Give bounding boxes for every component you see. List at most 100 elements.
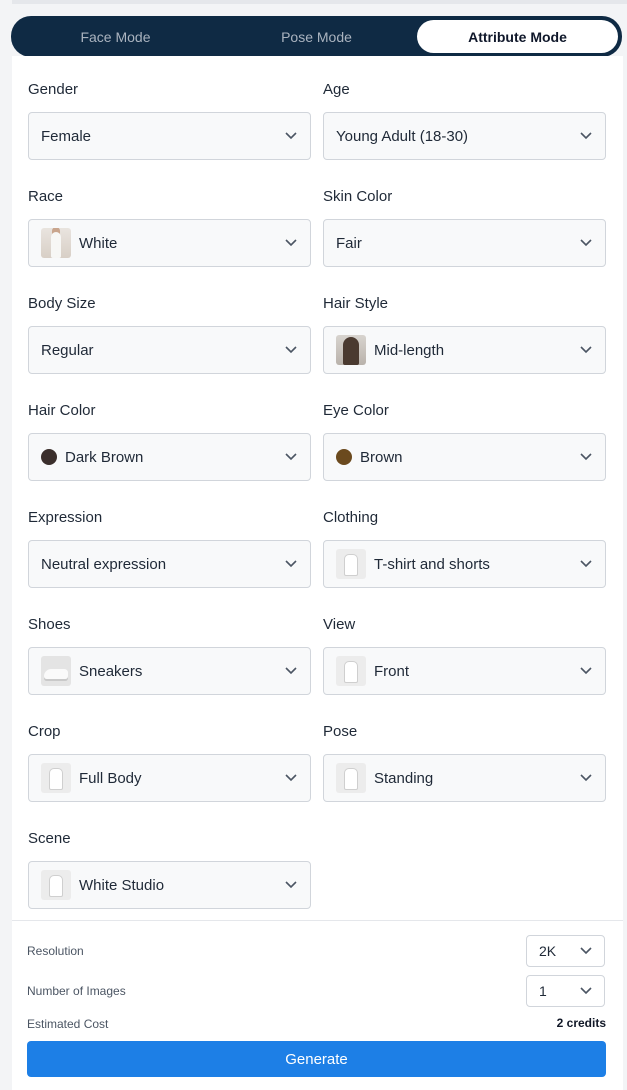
chevron-down-icon: [579, 236, 593, 250]
hair-color-field: Hair Color Dark Brown: [28, 401, 311, 481]
view-value: Front: [374, 662, 410, 680]
scene-field: Scene White Studio: [28, 829, 311, 909]
skin-color-field: Skin Color Fair: [323, 187, 606, 267]
clothing-thumbnail-icon: [336, 549, 366, 579]
view-label: View: [323, 616, 356, 633]
shoes-value: Sneakers: [79, 662, 143, 680]
tab-attribute-mode[interactable]: Attribute Mode: [417, 20, 618, 53]
top-divider: [12, 0, 627, 4]
chevron-down-icon: [579, 450, 593, 464]
skin-color-value: Fair: [336, 234, 362, 252]
skin-color-label: Skin Color: [323, 188, 393, 205]
generation-settings: Resolution 2K Number of Images 1 Estimat…: [12, 920, 623, 1090]
expression-label: Expression: [28, 509, 103, 526]
clothing-field: Clothing T-shirt and shorts: [323, 508, 606, 588]
hair-style-field: Hair Style Mid-length: [323, 294, 606, 374]
chevron-down-icon: [580, 982, 592, 1000]
chevron-down-icon: [284, 343, 298, 357]
crop-thumbnail-icon: [41, 763, 71, 793]
color-swatch-icon: [336, 449, 352, 465]
body-size-field: Body Size Regular: [28, 294, 311, 374]
tab-face-mode[interactable]: Face Mode: [15, 20, 216, 53]
color-swatch-icon: [41, 449, 57, 465]
crop-select[interactable]: Full Body: [28, 754, 311, 802]
chevron-down-icon: [579, 343, 593, 357]
scene-thumbnail-icon: [41, 870, 71, 900]
clothing-value: T-shirt and shorts: [374, 555, 490, 573]
estimated-cost-label: Estimated Cost: [27, 1017, 109, 1031]
num-images-label: Number of Images: [27, 984, 126, 998]
chevron-down-icon: [284, 771, 298, 785]
chevron-down-icon: [284, 236, 298, 250]
hair-color-value: Dark Brown: [65, 448, 144, 466]
view-select[interactable]: Front: [323, 647, 606, 695]
resolution-label: Resolution: [27, 944, 84, 958]
scene-label: Scene: [28, 830, 71, 847]
race-field: Race White: [28, 187, 311, 267]
num-images-value: 1: [539, 983, 547, 999]
hair-style-value: Mid-length: [374, 341, 445, 359]
gender-label: Gender: [28, 81, 79, 98]
chevron-down-icon: [579, 664, 593, 678]
race-label: Race: [28, 188, 64, 205]
hair-color-label: Hair Color: [28, 402, 96, 419]
mode-tab-bar: Face Mode Pose Mode Attribute Mode: [11, 16, 622, 57]
pose-thumbnail-icon: [336, 763, 366, 793]
gender-value: Female: [41, 127, 92, 145]
eye-color-field: Eye Color Brown: [323, 401, 606, 481]
shoes-field: Shoes Sneakers: [28, 615, 311, 695]
eye-color-value: Brown: [360, 448, 403, 466]
view-field: View Front: [323, 615, 606, 695]
shoes-select[interactable]: Sneakers: [28, 647, 311, 695]
chevron-down-icon: [579, 557, 593, 571]
chevron-down-icon: [284, 878, 298, 892]
clothing-select[interactable]: T-shirt and shorts: [323, 540, 606, 588]
scene-select[interactable]: White Studio: [28, 861, 311, 909]
gender-select[interactable]: Female: [28, 112, 311, 160]
age-value: Young Adult (18-30): [336, 127, 469, 145]
expression-field: Expression Neutral expression: [28, 508, 311, 588]
chevron-down-icon: [284, 557, 298, 571]
body-size-label: Body Size: [28, 295, 96, 312]
tab-pose-mode[interactable]: Pose Mode: [216, 20, 417, 53]
estimated-cost-value: 2 credits: [556, 1016, 606, 1030]
generate-button[interactable]: Generate: [27, 1041, 606, 1077]
hair-style-label: Hair Style: [323, 295, 389, 312]
race-select[interactable]: White: [28, 219, 311, 267]
age-field: Age Young Adult (18-30): [323, 80, 606, 160]
expression-value: Neutral expression: [41, 555, 167, 573]
hair-style-select[interactable]: Mid-length: [323, 326, 606, 374]
pose-field: Pose Standing: [323, 722, 606, 802]
pose-select[interactable]: Standing: [323, 754, 606, 802]
chevron-down-icon: [579, 129, 593, 143]
clothing-label: Clothing: [323, 509, 379, 526]
view-thumbnail-icon: [336, 656, 366, 686]
chevron-down-icon: [284, 664, 298, 678]
hair-color-select[interactable]: Dark Brown: [28, 433, 311, 481]
resolution-value: 2K: [539, 943, 557, 959]
chevron-down-icon: [580, 942, 592, 960]
age-select[interactable]: Young Adult (18-30): [323, 112, 606, 160]
age-label: Age: [323, 81, 350, 98]
pose-value: Standing: [374, 769, 434, 787]
expression-select[interactable]: Neutral expression: [28, 540, 311, 588]
gender-field: Gender Female: [28, 80, 311, 160]
attribute-panel: Gender Female Age Young Adult (18-30) Ra…: [12, 56, 623, 920]
shoes-label: Shoes: [28, 616, 71, 633]
portrait-thumbnail-icon: [41, 228, 71, 258]
body-size-select[interactable]: Regular: [28, 326, 311, 374]
chevron-down-icon: [284, 450, 298, 464]
resolution-select[interactable]: 2K: [526, 935, 605, 967]
chevron-down-icon: [284, 129, 298, 143]
pose-label: Pose: [323, 723, 358, 740]
race-value: White: [79, 234, 118, 252]
scene-value: White Studio: [79, 876, 165, 894]
skin-color-select[interactable]: Fair: [323, 219, 606, 267]
sneaker-thumbnail-icon: [41, 656, 71, 686]
crop-value: Full Body: [79, 769, 142, 787]
num-images-select[interactable]: 1: [526, 975, 605, 1007]
crop-label: Crop: [28, 723, 61, 740]
eye-color-label: Eye Color: [323, 402, 389, 419]
eye-color-select[interactable]: Brown: [323, 433, 606, 481]
chevron-down-icon: [579, 771, 593, 785]
